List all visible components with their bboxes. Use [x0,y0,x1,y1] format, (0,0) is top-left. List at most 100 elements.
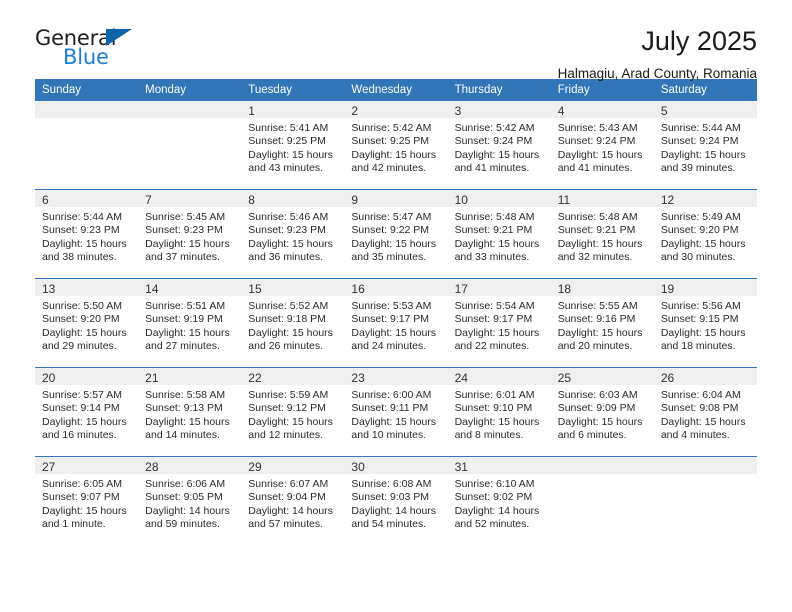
sunset-text: Sunset: 9:03 PM [351,491,430,504]
day-cell[interactable]: 31 Sunrise: 6:10 AM Sunset: 9:02 PM Dayligh… [447,456,551,545]
sunrise-text: Sunrise: 5:57 AM [42,389,122,401]
day-sun-info: Sunrise: 5:43 AM Sunset: 9:24 PM Daylight:… [551,118,654,176]
day-cell[interactable]: 29 Sunrise: 6:07 AM Sunset: 9:04 PM Dayligh… [241,456,345,545]
sunrise-text: Sunrise: 6:04 AM [660,389,741,401]
day-sun-info: Sunrise: 5:52 AM Sunset: 9:18 PM Daylight:… [241,296,344,354]
day-number: 25 [550,368,654,385]
day-number [138,101,242,118]
sunset-text: Sunset: 9:17 PM [454,313,533,326]
day-sun-info: Sunrise: 6:08 AM Sunset: 9:03 PM Daylight:… [344,474,447,532]
day-cell[interactable]: 11 Sunrise: 5:48 AM Sunset: 9:21 PM Dayligh… [550,189,654,279]
general-blue-logo[interactable]: General Blue [35,26,155,72]
day-cell[interactable]: 15 Sunrise: 5:52 AM Sunset: 9:18 PM Dayligh… [241,278,345,368]
sunset-text: Sunset: 9:09 PM [557,402,636,415]
day-sun-info: Sunrise: 5:42 AM Sunset: 9:25 PM Daylight:… [344,118,447,176]
day-cell[interactable]: 1 Sunrise: 5:41 AM Sunset: 9:25 PM Daylight… [241,101,345,190]
day-sun-info: Sunrise: 5:54 AM Sunset: 9:17 PM Daylight:… [448,296,551,354]
day-cell[interactable]: 26 Sunrise: 6:04 AM Sunset: 9:08 PM Dayligh… [653,367,757,457]
sunrise-text: Sunrise: 5:46 AM [248,211,329,223]
sunrise-text: Sunrise: 5:42 AM [351,122,432,134]
day-number: 23 [344,368,448,385]
sunrise-text: Sunrise: 5:45 AM [145,211,226,223]
day-cell[interactable]: 20 Sunrise: 5:57 AM Sunset: 9:14 PM Dayligh… [35,367,139,457]
sunrise-text: Sunrise: 5:44 AM [42,211,122,223]
sunrise-text: Sunrise: 5:55 AM [557,300,638,312]
sunset-text: Sunset: 9:13 PM [145,402,223,415]
daylight-text: Daylight: 15 hours and 29 minutes. [42,326,127,353]
day-number: 8 [241,190,345,207]
sunset-text: Sunset: 9:24 PM [557,135,636,148]
sunrise-text: Sunrise: 6:00 AM [351,389,432,401]
sunset-text: Sunset: 9:24 PM [454,135,533,148]
sunset-text: Sunset: 9:04 PM [248,491,326,504]
day-cell[interactable]: 12 Sunrise: 5:49 AM Sunset: 9:20 PM Dayligh… [653,189,757,279]
day-number: 18 [550,279,654,296]
day-number: 13 [35,279,139,296]
day-cell[interactable]: 21 Sunrise: 5:58 AM Sunset: 9:13 PM Dayligh… [138,367,242,457]
sunset-text: Sunset: 9:18 PM [248,313,326,326]
weekday-header-thursday: Thursday [447,79,551,101]
day-cell[interactable]: 5 Sunrise: 5:44 AM Sunset: 9:24 PM Daylight… [653,101,757,190]
calendar-week-row: 1 Sunrise: 5:41 AM Sunset: 9:25 PM Daylight… [35,101,757,190]
sunset-text: Sunset: 9:14 PM [42,402,120,415]
sunrise-text: Sunrise: 5:48 AM [454,211,535,223]
day-number: 10 [447,190,551,207]
day-number: 29 [241,457,345,474]
day-sun-info: Sunrise: 5:42 AM Sunset: 9:24 PM Daylight:… [448,118,551,176]
day-cell[interactable]: 16 Sunrise: 5:53 AM Sunset: 9:17 PM Dayligh… [344,278,448,368]
day-cell[interactable]: 27 Sunrise: 6:05 AM Sunset: 9:07 PM Dayligh… [35,456,139,545]
calendar-week-row: 13 Sunrise: 5:50 AM Sunset: 9:20 PM Dayligh… [35,278,757,368]
day-cell[interactable]: 6 Sunrise: 5:44 AM Sunset: 9:23 PM Daylight… [35,189,139,279]
calendar-page: General Blue July 2025 Halmagiu, Arad Co… [0,0,792,612]
daylight-text: Daylight: 14 hours and 52 minutes. [454,504,540,531]
daylight-text: Daylight: 15 hours and 24 minutes. [351,326,437,353]
calendar-week-row: 6 Sunrise: 5:44 AM Sunset: 9:23 PM Daylight… [35,189,757,279]
sunset-text: Sunset: 9:23 PM [145,224,223,237]
daylight-text: Daylight: 15 hours and 42 minutes. [351,148,437,175]
day-cell-empty [138,101,242,190]
sunset-text: Sunset: 9:15 PM [660,313,739,326]
page-title: July 2025 [641,26,757,56]
sunrise-text: Sunrise: 5:56 AM [660,300,741,312]
day-cell[interactable]: 30 Sunrise: 6:08 AM Sunset: 9:03 PM Dayligh… [344,456,448,545]
day-sun-info: Sunrise: 5:44 AM Sunset: 9:24 PM Daylight:… [654,118,757,176]
day-sun-info: Sunrise: 6:03 AM Sunset: 9:09 PM Daylight:… [551,385,654,443]
day-sun-info: Sunrise: 6:01 AM Sunset: 9:10 PM Daylight:… [448,385,551,443]
day-cell[interactable]: 17 Sunrise: 5:54 AM Sunset: 9:17 PM Dayligh… [447,278,551,368]
sunset-text: Sunset: 9:16 PM [557,313,636,326]
day-sun-info: Sunrise: 5:51 AM Sunset: 9:19 PM Daylight:… [138,296,241,354]
day-cell[interactable]: 8 Sunrise: 5:46 AM Sunset: 9:23 PM Daylight… [241,189,345,279]
day-cell[interactable]: 3 Sunrise: 5:42 AM Sunset: 9:24 PM Daylight… [447,101,551,190]
day-number: 14 [138,279,242,296]
day-cell[interactable]: 13 Sunrise: 5:50 AM Sunset: 9:20 PM Dayligh… [35,278,139,368]
daylight-text: Daylight: 14 hours and 59 minutes. [145,504,230,531]
daylight-text: Daylight: 15 hours and 14 minutes. [145,415,230,442]
daylight-text: Daylight: 15 hours and 12 minutes. [248,415,333,442]
sunrise-text: Sunrise: 5:42 AM [454,122,535,134]
day-cell[interactable]: 9 Sunrise: 5:47 AM Sunset: 9:22 PM Daylight… [344,189,448,279]
sunrise-text: Sunrise: 5:44 AM [660,122,741,134]
day-cell[interactable]: 25 Sunrise: 6:03 AM Sunset: 9:09 PM Dayligh… [550,367,654,457]
daylight-text: Daylight: 15 hours and 6 minutes. [557,415,643,442]
day-cell[interactable]: 24 Sunrise: 6:01 AM Sunset: 9:10 PM Dayligh… [447,367,551,457]
daylight-text: Daylight: 15 hours and 39 minutes. [660,148,746,175]
day-number [653,457,757,474]
day-number: 28 [138,457,242,474]
day-cell[interactable]: 23 Sunrise: 6:00 AM Sunset: 9:11 PM Dayligh… [344,367,448,457]
day-cell[interactable]: 4 Sunrise: 5:43 AM Sunset: 9:24 PM Daylight… [550,101,654,190]
page-subtitle: Halmagiu, Arad County, Romania [557,66,757,81]
day-sun-info: Sunrise: 5:50 AM Sunset: 9:20 PM Daylight:… [35,296,138,354]
day-cell[interactable]: 2 Sunrise: 5:42 AM Sunset: 9:25 PM Daylight… [344,101,448,190]
day-number: 1 [241,101,345,118]
day-cell[interactable]: 28 Sunrise: 6:06 AM Sunset: 9:05 PM Dayligh… [138,456,242,545]
day-cell[interactable]: 10 Sunrise: 5:48 AM Sunset: 9:21 PM Dayligh… [447,189,551,279]
day-cell[interactable]: 14 Sunrise: 5:51 AM Sunset: 9:19 PM Dayligh… [138,278,242,368]
day-cell[interactable]: 18 Sunrise: 5:55 AM Sunset: 9:16 PM Dayligh… [550,278,654,368]
day-sun-info: Sunrise: 5:48 AM Sunset: 9:21 PM Daylight:… [448,207,551,265]
sunset-text: Sunset: 9:23 PM [248,224,326,237]
logo-text-blue: Blue [63,45,109,69]
day-cell[interactable]: 7 Sunrise: 5:45 AM Sunset: 9:23 PM Daylight… [138,189,242,279]
day-cell[interactable]: 19 Sunrise: 5:56 AM Sunset: 9:15 PM Dayligh… [653,278,757,368]
day-cell[interactable]: 22 Sunrise: 5:59 AM Sunset: 9:12 PM Dayligh… [241,367,345,457]
sunset-text: Sunset: 9:08 PM [660,402,739,415]
